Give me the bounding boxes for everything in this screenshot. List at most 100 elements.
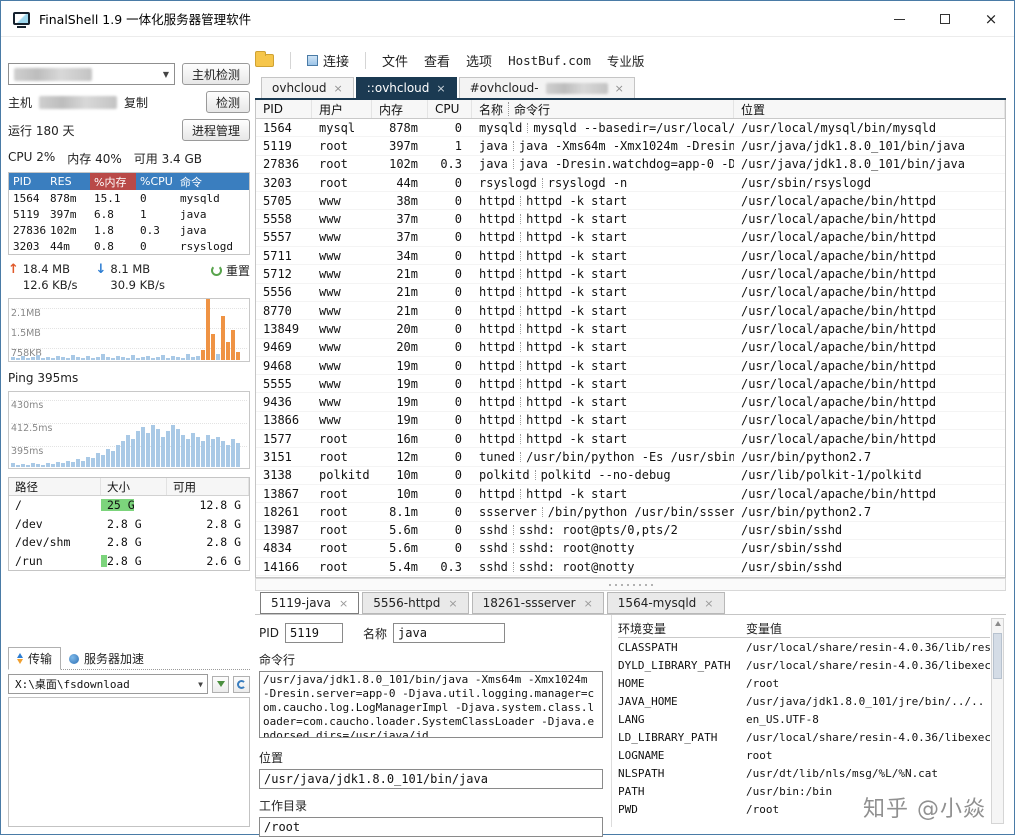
process-row[interactable]: 27836 root 102m 0.3 javajava -Dresin.wat…	[256, 156, 1005, 174]
tab-close-icon[interactable]: ×	[339, 597, 348, 610]
process-row[interactable]: 8770 www 21m 0 httpdhttpd -k start /usr/…	[256, 302, 1005, 320]
mini-col-cmd[interactable]: 命令	[176, 173, 249, 190]
col-user[interactable]: 用户	[312, 100, 372, 118]
top-process-row[interactable]: 1564 878m 15.1 0 mysqld	[9, 190, 249, 206]
menu-options[interactable]: 选项	[466, 51, 492, 70]
process-row[interactable]: 5711 www 34m 0 httpdhttpd -k start /usr/…	[256, 247, 1005, 265]
process-row[interactable]: 5555 www 19m 0 httpdhttpd -k start /usr/…	[256, 375, 1005, 393]
col-pid[interactable]: PID	[256, 100, 312, 118]
copy-link[interactable]: 复制	[124, 94, 148, 111]
process-row[interactable]: 5712 www 21m 0 httpdhttpd -k start /usr/…	[256, 265, 1005, 283]
session-tab[interactable]: ovhcloud ×	[261, 77, 354, 98]
process-row[interactable]: 5119 root 397m 1 javajava -Xms64m -Xmx10…	[256, 137, 1005, 155]
col-name-cmd[interactable]: 名称命令行	[472, 100, 734, 118]
file-list-area[interactable]	[8, 697, 250, 827]
mini-col-cpu[interactable]: %CPU	[136, 173, 176, 190]
download-path-selector[interactable]: X:\桌面\fsdownload ▼	[8, 674, 208, 694]
scrollbar-thumb[interactable]	[993, 633, 1002, 679]
env-col-name[interactable]: 环境变量	[618, 620, 746, 637]
folder-icon[interactable]	[255, 54, 274, 67]
menu-view[interactable]: 查看	[424, 51, 450, 70]
tab-close-icon[interactable]: ×	[448, 597, 457, 610]
detail-tab[interactable]: 5119-java ×	[260, 592, 359, 614]
env-row[interactable]: LANG en_US.UTF-8	[618, 710, 990, 728]
scroll-up-icon[interactable]	[995, 621, 1001, 626]
download-button[interactable]	[212, 676, 229, 693]
process-row[interactable]: 5705 www 38m 0 httpdhttpd -k start /usr/…	[256, 192, 1005, 210]
name-field[interactable]	[393, 623, 505, 643]
env-row[interactable]: HOME /root	[618, 674, 990, 692]
process-row[interactable]: 5558 www 37m 0 httpdhttpd -k start /usr/…	[256, 210, 1005, 228]
process-row[interactable]: 13866 www 19m 0 httpdhttpd -k start /usr…	[256, 412, 1005, 430]
process-row[interactable]: 3138 polkitd 10m 0 polkitdpolkitd --no-d…	[256, 467, 1005, 485]
process-row[interactable]: 1577 root 16m 0 httpdhttpd -k start /usr…	[256, 430, 1005, 448]
env-col-value[interactable]: 变量值	[746, 620, 990, 637]
process-row[interactable]: 9468 www 19m 0 httpdhttpd -k start /usr/…	[256, 357, 1005, 375]
disk-row[interactable]: /dev 2.8 G 2.8 G	[9, 515, 249, 534]
env-scrollbar[interactable]	[991, 618, 1004, 824]
cmdline-field[interactable]: /usr/java/jdk1.8.0_101/bin/java -Xms64m …	[259, 671, 603, 738]
top-process-row[interactable]: 27836 102m 1.8 0.3 java	[9, 222, 249, 238]
detail-tab[interactable]: 1564-mysqld ×	[607, 592, 725, 614]
env-row[interactable]: NLSPATH /usr/dt/lib/nls/msg/%L/%N.cat	[618, 764, 990, 782]
menu-file[interactable]: 文件	[382, 51, 408, 70]
process-row[interactable]: 9436 www 19m 0 httpdhttpd -k start /usr/…	[256, 393, 1005, 411]
detail-tab[interactable]: 5556-httpd ×	[362, 592, 468, 614]
minimize-button[interactable]	[876, 1, 922, 37]
workdir-field[interactable]	[259, 817, 603, 837]
tab-server-accelerate[interactable]: 服务器加速	[61, 648, 152, 669]
disk-col-path[interactable]: 路径	[9, 478, 101, 495]
disk-col-size[interactable]: 大小	[101, 478, 167, 495]
pro-version-label[interactable]: 专业版	[607, 51, 645, 70]
hostbuf-link[interactable]: HostBuf.com	[508, 53, 591, 68]
session-tab[interactable]: ::ovhcloud ×	[356, 77, 457, 98]
tab-close-icon[interactable]: ×	[615, 82, 624, 95]
session-tab[interactable]: #ovhcloud- ×	[459, 77, 635, 98]
pid-field[interactable]	[285, 623, 343, 643]
env-row[interactable]: LD_LIBRARY_PATH /usr/local/share/resin-4…	[618, 728, 990, 746]
process-row[interactable]: 13849 www 20m 0 httpdhttpd -k start /usr…	[256, 320, 1005, 338]
tab-close-icon[interactable]: ×	[334, 82, 343, 95]
col-mem[interactable]: 内存	[372, 100, 428, 118]
detail-tab[interactable]: 18261-ssserver ×	[472, 592, 604, 614]
env-row[interactable]: JAVA_HOME /usr/java/jdk1.8.0_101/jre/bin…	[618, 692, 990, 710]
location-field[interactable]	[259, 769, 603, 789]
disk-col-avail[interactable]: 可用	[167, 478, 249, 495]
process-row[interactable]: 13987 root 5.6m 0 sshdsshd: root@pts/0,p…	[256, 522, 1005, 540]
maximize-button[interactable]	[922, 1, 968, 37]
env-row[interactable]: LOGNAME root	[618, 746, 990, 764]
menu-connect[interactable]: 连接	[307, 51, 349, 70]
process-row[interactable]: 5556 www 21m 0 httpdhttpd -k start /usr/…	[256, 284, 1005, 302]
process-row[interactable]: 9469 www 20m 0 httpdhttpd -k start /usr/…	[256, 339, 1005, 357]
close-button[interactable]: ×	[968, 1, 1014, 37]
process-row[interactable]: 4834 root 5.6m 0 sshdsshd: root@notty /u…	[256, 540, 1005, 558]
disk-row[interactable]: /dev/shm 2.8 G 2.8 G	[9, 533, 249, 552]
tab-close-icon[interactable]: ×	[704, 597, 713, 610]
mini-col-mem-sorted[interactable]: %内存	[90, 173, 136, 190]
mini-col-pid[interactable]: PID	[9, 173, 46, 190]
host-selector[interactable]: ▼	[8, 63, 175, 85]
env-row[interactable]: PATH /usr/bin:/bin	[618, 782, 990, 800]
env-row[interactable]: DYLD_LIBRARY_PATH /usr/local/share/resin…	[618, 656, 990, 674]
process-row[interactable]: 3151 root 12m 0 tuned/usr/bin/python -Es…	[256, 448, 1005, 466]
detect-button[interactable]: 检测	[206, 91, 250, 113]
process-row[interactable]: 3203 root 44m 0 rsyslogdrsyslogd -n /usr…	[256, 174, 1005, 192]
col-location[interactable]: 位置	[734, 100, 1005, 118]
top-process-row[interactable]: 5119 397m 6.8 1 java	[9, 206, 249, 222]
reset-button[interactable]: 重置	[211, 262, 250, 279]
host-detect-button[interactable]: 主机检测	[182, 63, 250, 85]
mini-col-res[interactable]: RES	[46, 173, 90, 190]
col-cpu[interactable]: CPU	[428, 100, 472, 118]
top-process-row[interactable]: 3203 44m 0.8 0 rsyslogd	[9, 238, 249, 254]
tab-transfer[interactable]: 传输	[8, 647, 61, 670]
process-row[interactable]: 1564 mysql 878m 0 mysqldmysqld --basedir…	[256, 119, 1005, 137]
env-row[interactable]: CLASSPATH /usr/local/share/resin-4.0.36/…	[618, 638, 990, 656]
process-row[interactable]: 14166 root 5.4m 0.3 sshdsshd: root@notty…	[256, 558, 1005, 576]
process-row[interactable]: 5557 www 37m 0 httpdhttpd -k start /usr/…	[256, 229, 1005, 247]
tab-close-icon[interactable]: ×	[436, 82, 445, 95]
horizontal-splitter[interactable]	[255, 578, 1006, 591]
process-row[interactable]: 18261 root 8.1m 0 ssserver/bin/python /u…	[256, 503, 1005, 521]
disk-row[interactable]: / 25 G 12.8 G	[9, 496, 249, 515]
refresh-button[interactable]	[233, 676, 250, 693]
process-row[interactable]: 13867 root 10m 0 httpdhttpd -k start /us…	[256, 485, 1005, 503]
